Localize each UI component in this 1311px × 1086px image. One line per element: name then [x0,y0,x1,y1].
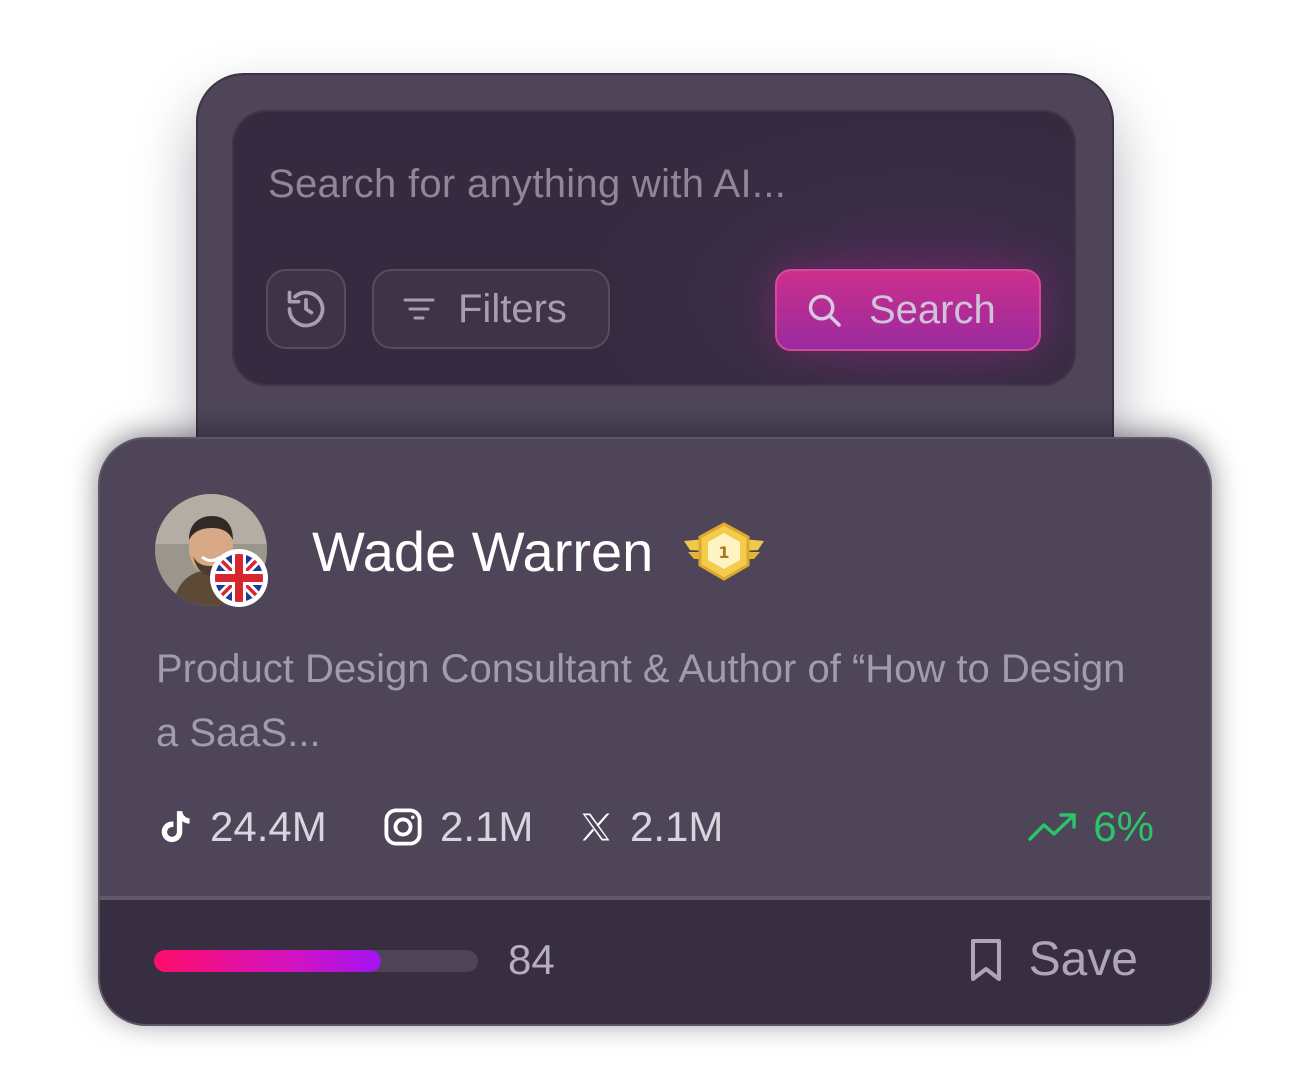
medal-icon: 1 [684,522,764,581]
search-button-label: Search [869,287,996,332]
filters-label: Filters [458,286,567,331]
profile-bio: Product Design Consultant & Author of “H… [156,647,1126,755]
stat-instagram: 2.1M [382,799,533,855]
trending-up-icon [1028,813,1076,841]
stat-instagram-value: 2.1M [440,803,534,850]
x-icon [582,813,610,841]
save-label: Save [1028,933,1138,986]
instagram-icon [384,808,422,846]
profile-card[interactable]: Wade Warren 1 Product Design Consultant … [100,439,1210,1024]
growth-value: 6% [1093,803,1154,850]
rank-badge: 1 [682,521,766,588]
tiktok-icon [161,811,190,843]
save-button[interactable]: Save [969,932,1138,987]
score-bar [154,950,478,972]
stat-tiktok-value: 24.4M [210,803,327,850]
filters-button[interactable]: Filters [372,269,610,349]
profile-name: Wade Warren [312,520,654,583]
score-value: 84 [508,936,555,983]
growth-indicator: 6% [1027,799,1154,855]
stat-tiktok: 24.4M [156,799,327,855]
history-button[interactable] [266,269,346,349]
stage: Search for anything with AI... Filters S… [0,0,1311,1086]
search-button[interactable]: Search [775,269,1041,351]
search-input[interactable]: Search for anything with AI... [268,162,786,207]
stat-x-value: 2.1M [630,803,724,850]
score-bar-fill [154,950,381,972]
social-stats: 24.4M 2.1M 2.1M 6% [156,799,1154,855]
bookmark-icon [970,938,1001,981]
filter-icon [403,298,435,320]
uk-flag-icon [210,549,268,607]
card-footer: 84 Save [100,896,1210,1024]
search-box[interactable]: Search for anything with AI... Filters S… [232,110,1076,386]
stat-x: 2.1M [578,799,723,855]
history-icon [287,290,325,328]
search-icon [808,294,841,327]
rank-number: 1 [718,543,729,562]
